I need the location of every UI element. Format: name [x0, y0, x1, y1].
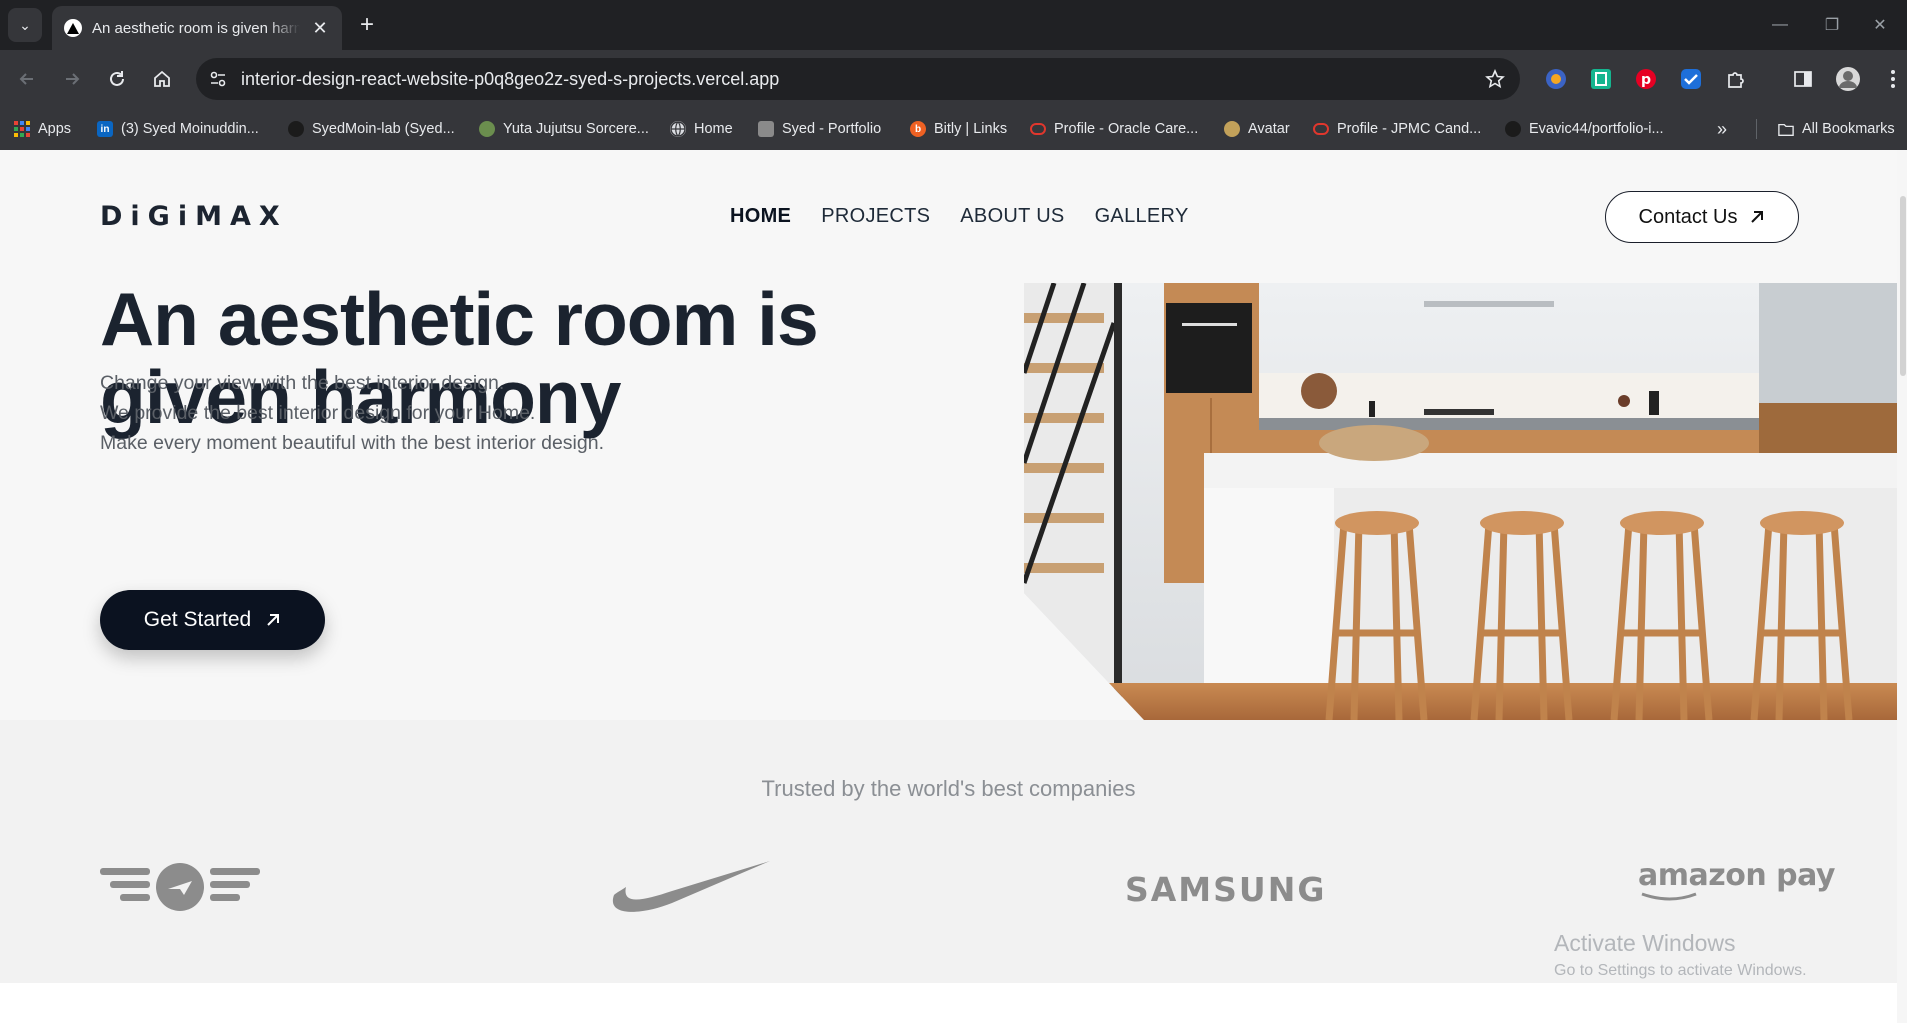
hero-subline-3: Make every moment beautiful with the bes…	[100, 432, 605, 454]
new-tab-button[interactable]: +	[352, 10, 382, 40]
globe-icon	[670, 121, 686, 137]
minimize-window-icon[interactable]: —	[1757, 8, 1803, 42]
anime-icon	[479, 121, 495, 137]
bookmarks-bar: Apps in (3) Syed Moinuddin... SyedMoin-l…	[0, 108, 1907, 150]
tab-search-button[interactable]: ⌄	[8, 8, 42, 42]
bitly-icon: b	[910, 121, 926, 137]
extensions-puzzle-icon[interactable]	[1723, 66, 1749, 92]
amazon-pay-logo: amazon pay	[1638, 858, 1835, 901]
bookmark-star-icon[interactable]	[1482, 66, 1508, 92]
bookmarks-divider	[1756, 119, 1757, 139]
trusted-title: Trusted by the world's best companies	[761, 776, 1136, 801]
vercel-favicon-icon	[64, 19, 82, 37]
amazon-smile-icon	[1641, 892, 1697, 901]
main-nav: HOME PROJECTS ABOUT US GALLERY	[730, 205, 1189, 228]
activate-windows-title: Activate Windows	[1554, 930, 1736, 956]
github-icon	[288, 121, 304, 137]
apps-grid-icon	[14, 121, 30, 137]
restore-window-icon[interactable]: ❐	[1809, 8, 1855, 42]
bookmark-github-syedmoin[interactable]: SyedMoin-lab (Syed...	[288, 108, 455, 150]
contact-us-label: Contact Us	[1638, 205, 1738, 228]
arrow-up-right-icon	[1751, 211, 1764, 223]
svg-text:p: p	[1641, 72, 1651, 88]
bookmark-jpmc[interactable]: Profile - JPMC Cand...	[1313, 108, 1481, 150]
nav-projects[interactable]: PROJECTS	[821, 205, 930, 228]
browser-menu-icon[interactable]	[1880, 66, 1906, 92]
browser-toolbar: interior-design-react-website-p0q8geo2z-…	[0, 50, 1907, 108]
digimax-wordmark: DiGiMAX	[100, 201, 288, 230]
hero-kitchen-image	[1024, 283, 1897, 720]
bookmark-oracle[interactable]: Profile - Oracle Care...	[1030, 108, 1198, 150]
folder-icon	[1778, 121, 1794, 137]
hero-headline-line-1: An aesthetic room is	[100, 277, 819, 361]
page-viewport: DiGiMAX HOME PROJECTS ABOUT US GALLERY C…	[0, 150, 1907, 1023]
oracle-icon	[1030, 123, 1046, 135]
bookmark-avatar[interactable]: Avatar	[1224, 108, 1290, 150]
bookmark-evavic[interactable]: Evavic44/portfolio-i...	[1505, 108, 1664, 150]
home-button[interactable]	[145, 62, 179, 96]
shield-extension-icon[interactable]	[1543, 66, 1569, 92]
oracle-icon	[1313, 123, 1329, 135]
next-section-edge	[0, 983, 1897, 1023]
reload-icon	[110, 71, 124, 86]
pinterest-extension-icon[interactable]: p	[1633, 66, 1659, 92]
bookmark-linkedin[interactable]: in (3) Syed Moinuddin...	[97, 108, 259, 150]
save-extension-icon[interactable]	[1588, 66, 1614, 92]
get-started-button[interactable]: Get Started	[100, 590, 325, 650]
back-button[interactable]	[10, 62, 44, 96]
hero-subline-1: Change your view with the best interior …	[100, 372, 505, 394]
get-started-label: Get Started	[143, 608, 252, 631]
bookmark-home[interactable]: Home	[670, 108, 733, 150]
url-text: interior-design-react-website-p0q8geo2z-…	[241, 69, 780, 89]
hero-headline-line-2: given harmony	[100, 355, 621, 439]
profile-avatar[interactable]	[1835, 66, 1861, 92]
address-bar[interactable]: interior-design-react-website-p0q8geo2z-…	[196, 58, 1520, 100]
nav-gallery[interactable]: GALLERY	[1095, 205, 1189, 228]
browser-tab-bar: ⌄ An aesthetic room is given harmony ✕ +…	[0, 0, 1907, 50]
contact-us-button[interactable]: Contact Us	[1605, 191, 1799, 243]
linkedin-icon: in	[97, 121, 113, 137]
github-icon	[1505, 121, 1521, 137]
nav-home[interactable]: HOME	[730, 205, 791, 228]
more-bookmarks-chevron-icon[interactable]: »	[1717, 108, 1727, 150]
reload-button[interactable]	[100, 62, 134, 96]
arrow-up-right-icon	[267, 614, 280, 626]
digimax-logo[interactable]: DiGiMAX	[100, 200, 298, 230]
airline-wings-logo	[100, 863, 260, 918]
active-tab[interactable]: An aesthetic room is given harmony ✕	[52, 6, 342, 50]
bookmark-portfolio[interactable]: Syed - Portfolio	[758, 108, 881, 150]
side-panel-icon[interactable]	[1790, 66, 1816, 92]
samsung-logo: SAMSUNG	[1125, 870, 1327, 909]
close-tab-icon[interactable]: ✕	[310, 18, 330, 39]
site-settings-icon[interactable]	[206, 67, 230, 91]
nike-swoosh-logo	[612, 857, 772, 922]
home-icon	[154, 70, 170, 87]
page-scrollbar[interactable]	[1897, 150, 1907, 1023]
all-bookmarks-button[interactable]: All Bookmarks	[1778, 108, 1895, 150]
bookmark-yuta[interactable]: Yuta Jujutsu Sorcere...	[479, 108, 649, 150]
bookmark-bitly[interactable]: b Bitly | Links	[910, 108, 1007, 150]
bookmark-apps[interactable]: Apps	[14, 108, 71, 150]
chevron-down-icon: ⌄	[19, 16, 31, 33]
check-extension-icon[interactable]	[1678, 66, 1704, 92]
back-arrow-icon	[19, 73, 33, 85]
avatar-icon	[1224, 121, 1240, 137]
svg-text:DiGiMAX: DiGiMAX	[100, 201, 288, 230]
tab-title: An aesthetic room is given harmony	[92, 19, 300, 37]
scrollbar-thumb[interactable]	[1900, 196, 1906, 376]
forward-arrow-icon	[66, 73, 80, 85]
portfolio-icon	[758, 121, 774, 137]
close-window-icon[interactable]: ✕	[1857, 8, 1903, 42]
hero-subline-2: We provide the best interior design for …	[100, 402, 536, 424]
forward-button[interactable]	[55, 62, 89, 96]
nav-about-us[interactable]: ABOUT US	[960, 205, 1064, 228]
activate-windows-subtitle: Go to Settings to activate Windows.	[1554, 962, 1807, 979]
